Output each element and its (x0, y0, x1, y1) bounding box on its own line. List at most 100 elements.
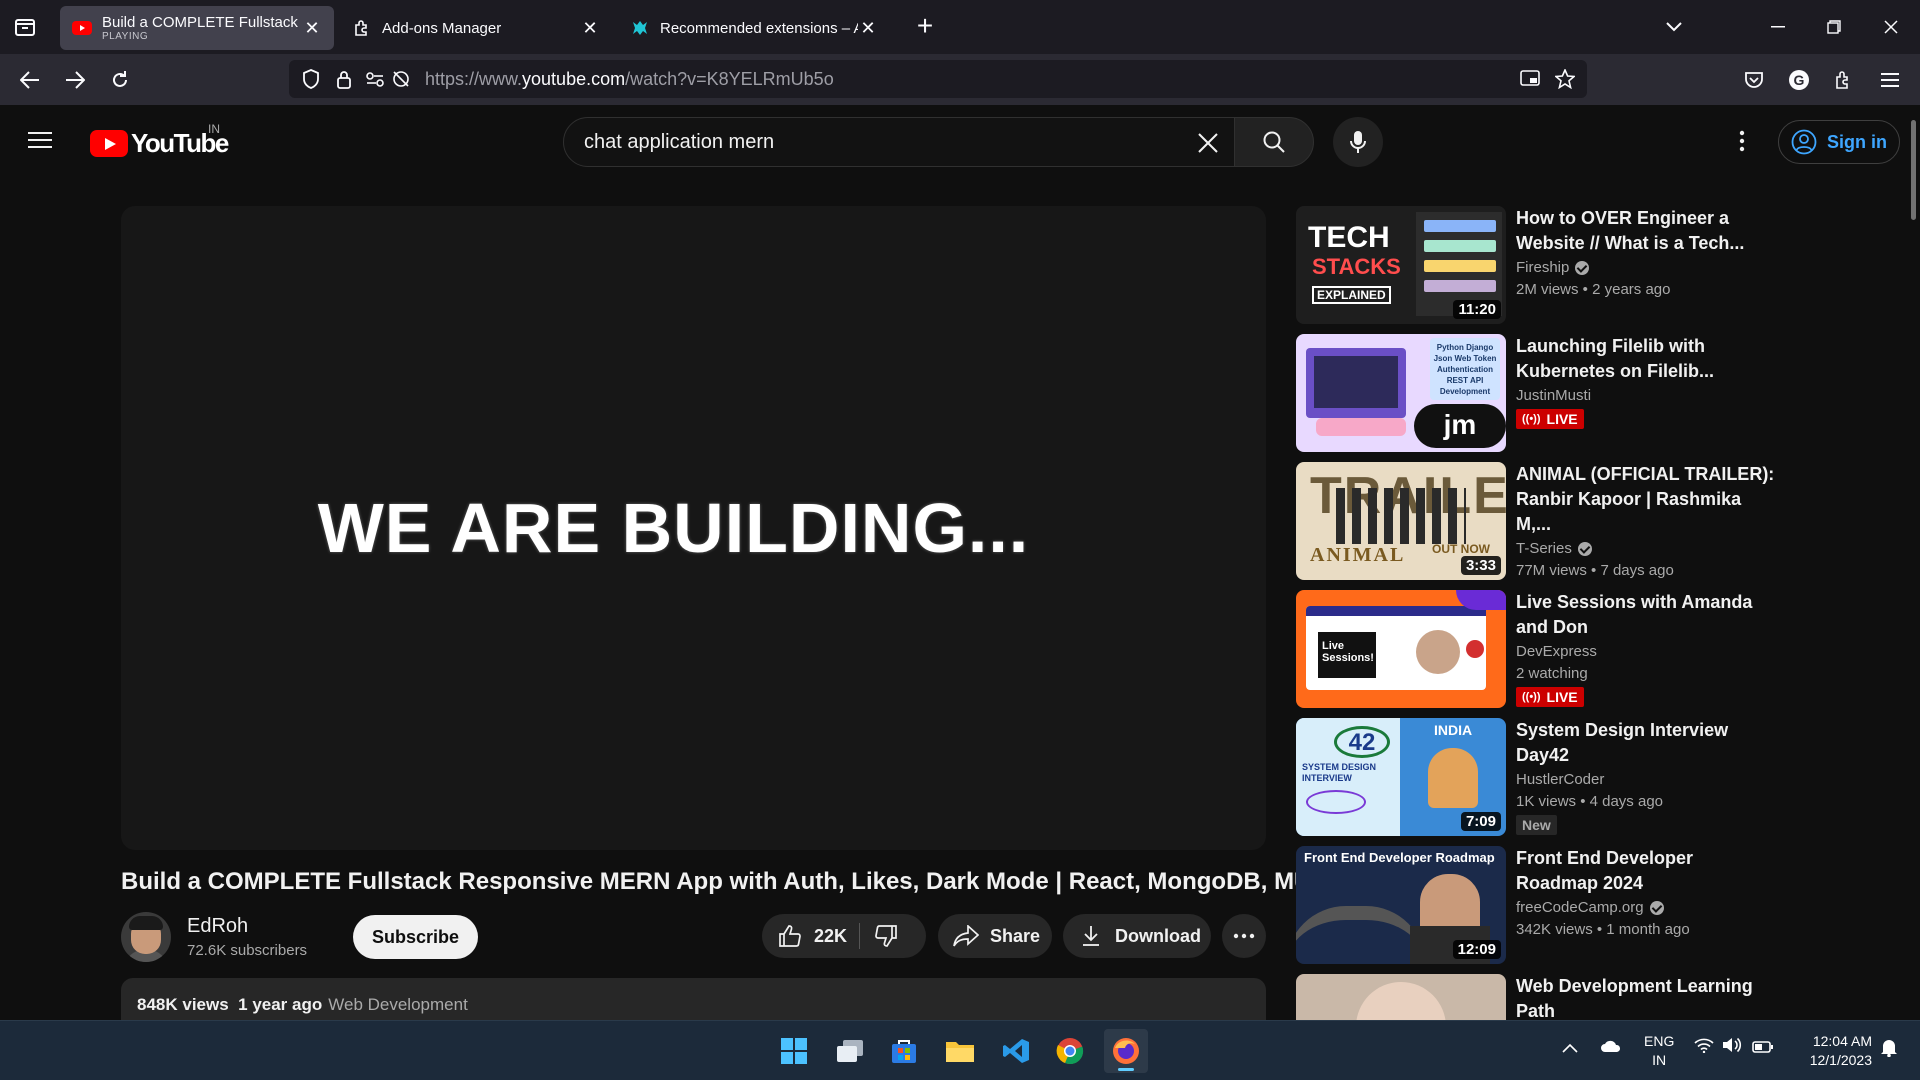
video-title: Build a COMPLETE Fullstack Responsive ME… (121, 868, 1319, 895)
related-title[interactable]: Front End Developer Roadmap 2024 (1516, 846, 1776, 896)
restore-button[interactable] (1816, 10, 1852, 44)
sign-in-button[interactable]: Sign in (1778, 120, 1900, 164)
search-query: chat application mern (584, 131, 775, 153)
related-title[interactable]: ANIMAL (OFFICIAL TRAILER): Ranbir Kapoor… (1516, 462, 1776, 537)
related-video[interactable]: Web Development Learning Path (1296, 974, 1786, 1020)
file-explorer-icon[interactable] (938, 1029, 982, 1073)
related-channel: T-Series (1516, 540, 1572, 557)
start-windows-icon[interactable] (772, 1029, 816, 1073)
related-title[interactable]: Live Sessions with Amanda and Don (1516, 590, 1776, 640)
category-tag[interactable]: Web Development (328, 995, 468, 1014)
channel-name[interactable]: EdRoh (187, 915, 327, 938)
wifi-icon[interactable] (1694, 1037, 1714, 1058)
page-scrollbar[interactable] (1911, 120, 1916, 220)
battery-icon[interactable] (1752, 1038, 1774, 1059)
guide-menu-icon[interactable] (28, 127, 62, 155)
firefox-icon[interactable] (1104, 1029, 1148, 1073)
video-thumbnail[interactable]: Live Sessions! (1296, 590, 1506, 708)
system-clock[interactable]: 12:04 AM 12/1/2023 (1796, 1032, 1872, 1070)
browser-tab-strip: Build a COMPLETE Fullstack Responsive ME… (0, 0, 1920, 54)
live-broadcast-icon: ((•)) (1522, 691, 1541, 703)
shield-icon[interactable] (299, 67, 323, 91)
app-menu-icon[interactable] (1874, 64, 1906, 96)
search-button[interactable] (1234, 117, 1314, 167)
back-arrow-icon[interactable] (14, 64, 46, 96)
grammarly-icon[interactable]: G (1783, 64, 1815, 96)
verified-check-icon (1575, 260, 1590, 275)
vscode-icon[interactable] (994, 1029, 1038, 1073)
video-thumbnail[interactable]: 42 SYSTEM DESIGN INTERVIEW INDIA 7:09 (1296, 718, 1506, 836)
related-title[interactable]: Web Development Learning Path (1516, 974, 1776, 1020)
related-video[interactable]: Front End Developer Roadmap 12:09 Front … (1296, 846, 1786, 964)
tab-title: Build a COMPLETE Fullstack Responsive ME… (102, 13, 302, 31)
video-thumbnail[interactable]: TECH STACKS EXPLAINED 11:20 (1296, 206, 1506, 324)
volume-icon[interactable] (1722, 1037, 1742, 1058)
live-badge: ((•)) LIVE (1516, 687, 1584, 707)
close-tab-icon[interactable]: ✕ (858, 18, 878, 38)
microsoft-store-icon[interactable] (882, 1029, 926, 1073)
voice-search-button[interactable] (1333, 117, 1383, 167)
notification-bell-icon[interactable] (1880, 1037, 1898, 1062)
related-title[interactable]: How to OVER Engineer a Website // What i… (1516, 206, 1776, 256)
tab-youtube[interactable]: Build a COMPLETE Fullstack Responsive ME… (60, 6, 334, 50)
live-label: LIVE (1546, 411, 1578, 427)
like-count[interactable]: 22K (814, 926, 847, 947)
show-hidden-icons-icon[interactable] (1562, 1037, 1578, 1058)
url-bar[interactable]: https://www.youtube.com/watch?v=K8YELRmU… (289, 60, 1587, 98)
minimize-button[interactable] (1760, 10, 1796, 44)
related-title[interactable]: Launching Filelib with Kubernetes on Fil… (1516, 334, 1776, 384)
bookmark-star-icon[interactable] (1553, 67, 1577, 91)
live-label: LIVE (1546, 689, 1578, 705)
related-stats: 77M views • 7 days ago (1516, 562, 1674, 579)
task-view-icon[interactable] (828, 1029, 872, 1073)
download-button[interactable]: Download (1063, 914, 1211, 958)
related-video[interactable]: TRAILER ANIMAL OUT NOW 3:33 ANIMAL (OFFI… (1296, 462, 1786, 580)
lock-icon[interactable] (332, 67, 356, 91)
subscribe-button[interactable]: Subscribe (353, 915, 479, 959)
youtube-favicon-icon (72, 18, 92, 38)
related-stats: 2M views • 2 years ago (1516, 281, 1671, 298)
video-thumbnail[interactable]: TRAILER ANIMAL OUT NOW 3:33 (1296, 462, 1506, 580)
extensions-icon[interactable] (1828, 64, 1860, 96)
reload-icon[interactable] (104, 64, 136, 96)
settings-more-icon[interactable] (1726, 125, 1758, 157)
tab-recommended-extensions[interactable]: Recommended extensions – Add-ons for Fir… (618, 6, 890, 50)
related-channel: JustinMusti (1516, 387, 1592, 404)
puzzle-icon (352, 18, 372, 38)
video-thumbnail[interactable] (1296, 974, 1506, 1020)
pocket-icon[interactable] (1738, 64, 1770, 96)
list-all-tabs-icon[interactable] (1656, 10, 1692, 44)
chrome-icon[interactable] (1048, 1029, 1092, 1073)
picture-in-picture-icon[interactable] (1518, 67, 1542, 91)
more-actions-button[interactable] (1222, 914, 1266, 958)
forward-arrow-icon[interactable] (59, 64, 91, 96)
related-video[interactable]: TECH STACKS EXPLAINED 11:20 How to OVER … (1296, 206, 1786, 324)
related-video[interactable]: Live Sessions! Live Sessions with Amanda … (1296, 590, 1786, 708)
new-badge: New (1516, 815, 1557, 835)
autoplay-blocked-icon[interactable] (389, 67, 413, 91)
tab-overview-icon[interactable] (12, 14, 38, 40)
video-player[interactable]: WE ARE BUILDING... (121, 206, 1266, 850)
channel-avatar[interactable] (121, 912, 171, 962)
url-path: /watch?v=K8YELRmUb5o (625, 69, 834, 89)
input-language[interactable]: ENG IN (1644, 1032, 1674, 1070)
video-thumbnail[interactable]: Front End Developer Roadmap 12:09 (1296, 846, 1506, 964)
video-thumbnail[interactable]: Python Django Json Web Token Authenticat… (1296, 334, 1506, 452)
share-button[interactable]: Share (938, 914, 1052, 958)
related-video[interactable]: 42 SYSTEM DESIGN INTERVIEW INDIA 7:09 Sys… (1296, 718, 1786, 836)
search-input[interactable]: chat application mern (563, 117, 1235, 167)
permissions-icon[interactable] (363, 67, 387, 91)
related-video[interactable]: Python Django Json Web Token Authenticat… (1296, 334, 1786, 452)
thumbs-up-icon[interactable] (776, 922, 804, 950)
close-tab-icon[interactable]: ✕ (302, 18, 322, 38)
url-domain: youtube.com (522, 69, 626, 89)
account-circle-icon (1791, 128, 1819, 156)
thumbs-down-icon[interactable] (872, 922, 900, 950)
new-tab-button[interactable]: + (912, 12, 938, 42)
close-window-button[interactable] (1873, 10, 1909, 44)
close-tab-icon[interactable]: ✕ (580, 18, 600, 38)
tab-addons-manager[interactable]: Add-ons Manager ✕ (340, 6, 612, 50)
onedrive-cloud-icon[interactable] (1600, 1037, 1622, 1058)
related-title[interactable]: System Design Interview Day42 (1516, 718, 1776, 768)
clear-search-icon[interactable] (1192, 127, 1224, 159)
